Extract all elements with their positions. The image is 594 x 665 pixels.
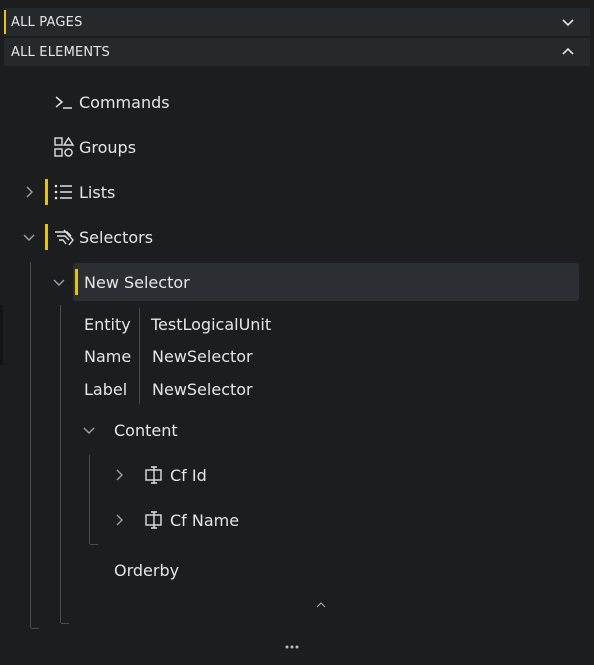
cf-name-label: Cf Name: [170, 510, 240, 530]
chevron-down-icon[interactable]: [560, 14, 576, 30]
tree-item-lists[interactable]: Lists: [53, 177, 115, 207]
property-key: Label: [84, 380, 128, 399]
chevron-right-icon[interactable]: [111, 512, 127, 528]
tree-item-commands[interactable]: Commands: [53, 87, 170, 117]
tree-guide: [30, 262, 31, 628]
property-value: NewSelector: [152, 347, 253, 366]
lists-accent-bar: [45, 179, 48, 205]
tree-item-new-selector[interactable]: New Selector: [84, 267, 190, 297]
accent-bar: [4, 10, 6, 34]
collapse-icon[interactable]: [314, 598, 328, 612]
tree-item-content[interactable]: Content: [114, 415, 178, 445]
tree-item-groups[interactable]: Groups: [53, 132, 136, 162]
field-icon: [145, 511, 162, 529]
cf-id-label: Cf Id: [170, 465, 207, 485]
tree-item-cf-name[interactable]: Cf Name: [144, 505, 239, 535]
selectors-label: Selectors: [79, 227, 154, 247]
property-value: NewSelector: [152, 380, 253, 399]
list-icon: [54, 184, 72, 200]
commands-label: Commands: [79, 92, 170, 112]
lists-label: Lists: [79, 182, 116, 202]
chevron-down-icon[interactable]: [51, 274, 67, 290]
top-strip: [0, 0, 594, 8]
all-pages-label: ALL PAGES: [11, 14, 83, 30]
shapes-icon: [54, 136, 75, 157]
new-selector-label: New Selector: [84, 272, 190, 292]
selector-icon: [55, 229, 74, 246]
tree-guide-cap: [31, 628, 39, 629]
property-key: Name: [84, 347, 132, 366]
field-icon: [145, 466, 162, 484]
tree-guide-cap: [61, 623, 69, 624]
property-value: TestLogicalUnit: [151, 315, 272, 334]
ellipsis-icon[interactable]: [283, 640, 301, 654]
all-elements-header[interactable]: ALL ELEMENTS: [4, 38, 590, 66]
tree-item-cf-id[interactable]: Cf Id: [144, 460, 207, 490]
chevron-right-icon[interactable]: [111, 467, 127, 483]
chevron-down-icon[interactable]: [21, 229, 37, 245]
tree-item-orderby[interactable]: Orderby: [114, 555, 179, 585]
all-pages-header[interactable]: ALL PAGES: [4, 8, 590, 36]
property-divider: [139, 308, 140, 404]
tree-guide: [89, 455, 90, 544]
groups-label: Groups: [79, 137, 137, 157]
tree-item-selectors[interactable]: Selectors: [53, 222, 153, 252]
orderby-label: Orderby: [114, 560, 180, 580]
all-elements-label: ALL ELEMENTS: [11, 44, 110, 60]
property-key: Entity: [84, 315, 131, 334]
tree-guide-cap: [90, 544, 98, 545]
tree-guide: [60, 305, 61, 623]
terminal-icon: [55, 96, 72, 109]
new-selector-accent-bar: [75, 269, 78, 295]
left-edge: [0, 305, 3, 365]
selectors-accent-bar: [45, 224, 48, 250]
chevron-down-icon[interactable]: [81, 422, 97, 438]
content-label: Content: [114, 420, 178, 440]
chevron-right-icon[interactable]: [21, 184, 37, 200]
chevron-up-icon[interactable]: [560, 44, 576, 60]
